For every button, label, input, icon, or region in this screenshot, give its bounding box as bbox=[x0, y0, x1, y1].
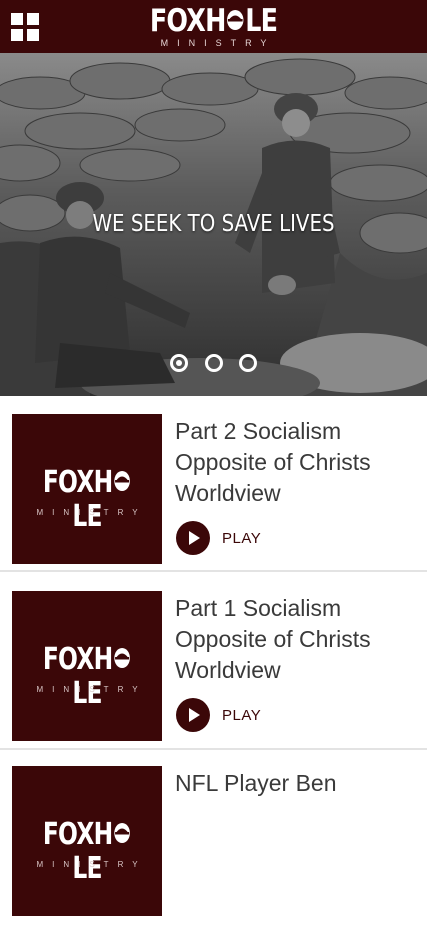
thumbnail-subtitle: MINISTRY bbox=[36, 860, 147, 869]
item-title[interactable]: NFL Player Ben bbox=[175, 768, 410, 799]
thumbnail-logo: FOXH LE bbox=[29, 818, 146, 886]
thumbnail-subtitle: MINISTRY bbox=[36, 685, 147, 694]
thumbnail-logo: FOXH LE bbox=[29, 643, 146, 711]
item-title[interactable]: Part 2 Socialism Opposite of Christs Wor… bbox=[175, 416, 410, 509]
thumbnail-logo: FOXH LE bbox=[29, 466, 146, 534]
slide-dot-1[interactable] bbox=[170, 354, 189, 372]
logo-wordmark: FOXH LE bbox=[149, 3, 278, 39]
helmet-icon bbox=[113, 822, 130, 843]
slider-pagination bbox=[0, 354, 427, 374]
play-label[interactable]: PLAY bbox=[222, 530, 261, 547]
item-thumbnail[interactable]: FOXH LE MINISTRY bbox=[12, 591, 162, 741]
top-header: FOXH LE MINISTRY bbox=[0, 0, 427, 53]
hero-slider[interactable]: WE SEEK TO SAVE LIVES bbox=[0, 53, 427, 396]
helmet-icon bbox=[227, 9, 244, 30]
play-icon[interactable] bbox=[176, 698, 210, 732]
helmet-icon bbox=[113, 470, 130, 491]
foxhole-logo[interactable]: FOXH LE MINISTRY bbox=[0, 0, 427, 53]
item-title[interactable]: Part 1 Socialism Opposite of Christs Wor… bbox=[175, 593, 410, 686]
play-icon[interactable] bbox=[176, 521, 210, 555]
item-thumbnail[interactable]: FOXH LE MINISTRY bbox=[12, 414, 162, 564]
slide-dot-3[interactable] bbox=[238, 354, 257, 372]
logo-subtitle: MINISTRY bbox=[160, 38, 276, 48]
slide-dot-2[interactable] bbox=[204, 354, 223, 372]
helmet-icon bbox=[113, 647, 130, 668]
list-item[interactable]: FOXH LE MINISTRY NFL Player Ben bbox=[0, 752, 427, 928]
hero-caption: WE SEEK TO SAVE LIVES bbox=[92, 211, 335, 237]
list-item[interactable]: FOXH LE MINISTRY Part 1 Socialism Opposi… bbox=[0, 574, 427, 750]
item-thumbnail[interactable]: FOXH LE MINISTRY bbox=[12, 766, 162, 916]
list-item[interactable]: FOXH LE MINISTRY Part 2 Socialism Opposi… bbox=[0, 396, 427, 572]
thumbnail-subtitle: MINISTRY bbox=[36, 508, 147, 517]
play-label[interactable]: PLAY bbox=[222, 707, 261, 724]
